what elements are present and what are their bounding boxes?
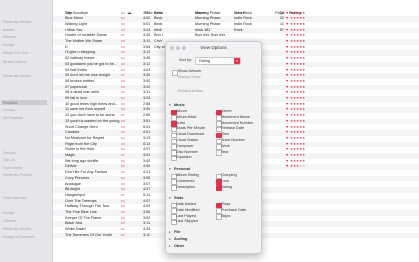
option-label: Date Modified [176, 207, 200, 212]
disclosure-triangle-icon[interactable]: ▾ [169, 167, 171, 171]
option-label: Genre [221, 109, 232, 113]
option-label: Album Rating [176, 173, 199, 177]
sidebar-item[interactable]: Voice Memos [3, 195, 27, 200]
sidebar-item[interactable]: Songs of Summer [3, 234, 35, 239]
option-label: Disc Number [176, 149, 198, 154]
sidebar-item[interactable]: Recently Added [3, 73, 31, 78]
option-label: Year [221, 149, 229, 154]
option-label: Description [176, 184, 195, 189]
view-options-dialog: View Options Sort by: Rating ⇕ Show Artw… [165, 41, 262, 254]
sidebar: Recently Added Artists Albums Songs Made For… [0, 0, 53, 262]
sub-option: Related Artists [178, 89, 203, 93]
option-label: Comments [176, 178, 195, 183]
song-time: 3:10 [143, 232, 151, 237]
more-options-icon[interactable]: ••• [121, 233, 125, 239]
sidebar-item[interactable]: Songs [3, 210, 14, 215]
sidebar-item[interactable]: Made For You [3, 50, 28, 55]
sidebar-item[interactable]: Artists [3, 27, 14, 32]
song-title: The Summers Of Our Youth [65, 232, 112, 237]
section-personal: Personal [174, 167, 191, 171]
disclosure-triangle-icon[interactable]: ▾ [169, 103, 171, 107]
option-label: Album [176, 109, 187, 113]
section-music: Music [174, 103, 185, 107]
option-label: Date Added [176, 202, 196, 206]
disclosure-triangle-icon[interactable]: ▾ [169, 196, 171, 200]
disclosure-triangle-icon[interactable]: ▸ [169, 237, 171, 241]
option-label: Artist [176, 120, 185, 125]
option-label: Equalizer [176, 155, 192, 160]
sidebar-item[interactable]: Music Videos [3, 59, 27, 64]
sort-by-label: Sort by: [179, 58, 193, 62]
show-artwork-label: Show Artwork [178, 69, 202, 73]
sort-by-value: Rating [199, 58, 210, 63]
sidebar-item[interactable]: Playlists [1, 100, 47, 105]
sidebar-item[interactable]: Genius [3, 150, 16, 155]
option-label: Release Date [221, 126, 245, 131]
chevron-updown-icon: ⇕ [234, 58, 240, 64]
sidebar-item[interactable]: Recently Added [3, 226, 31, 231]
sort-by-select[interactable]: Rating ⇕ [195, 57, 241, 65]
option-label: Love [221, 178, 230, 183]
sidebar-item[interactable]: Purchased [3, 165, 22, 170]
section-stats: Stats [174, 196, 184, 200]
option-label: Cloud Download [176, 132, 204, 137]
option-label: Movement Number [221, 120, 254, 125]
sidebar-item[interactable]: All Playlists [3, 115, 23, 120]
option-label: Last Played [176, 213, 196, 218]
sidebar-item[interactable]: Albums [3, 34, 16, 39]
artwork-option: Always Show [178, 75, 201, 79]
option-label: Rating [221, 184, 232, 189]
option-label: Work [221, 143, 230, 148]
sidebar-item[interactable]: Top 25 [3, 157, 15, 162]
option-label: Album Artist [176, 114, 197, 119]
sidebar-item[interactable]: Songs [3, 42, 14, 47]
option-label: Plays [221, 202, 231, 206]
sidebar-item[interactable]: Classic [3, 218, 16, 223]
section-sorting: Sorting [174, 237, 188, 241]
disclosure-triangle-icon[interactable]: ▸ [169, 230, 171, 234]
option-label: Beats Per Minute [176, 126, 206, 131]
option-label: Track Number [221, 138, 245, 142]
dialog-title: View Options [200, 45, 227, 50]
option-label: Cloud Status [176, 138, 198, 142]
section-file: File [174, 230, 181, 234]
option-label: Purchase Date [221, 207, 247, 212]
sidebar-item[interactable]: Library [3, 107, 15, 112]
show-artwork-checkbox[interactable] [172, 70, 178, 76]
section-other: Other [174, 244, 185, 248]
option-label: Grouping [221, 173, 237, 177]
option-label: Time [221, 132, 230, 137]
option-label: Composer [176, 143, 194, 148]
option-label: Movement Name [221, 114, 250, 119]
sidebar-item[interactable]: Recently Added [3, 19, 31, 24]
option-label: Skips [221, 213, 231, 218]
option-label: Last Skipped [176, 219, 198, 224]
sidebar-item[interactable]: Recently Played [3, 172, 32, 177]
disclosure-triangle-icon[interactable]: ▸ [169, 244, 171, 248]
